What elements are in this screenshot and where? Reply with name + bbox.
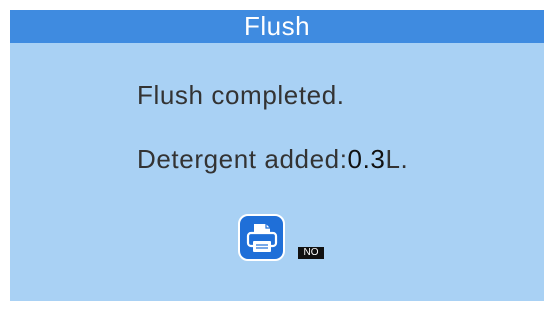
printer-icon bbox=[246, 223, 277, 252]
detergent-value: 0.3 bbox=[347, 144, 386, 174]
detergent-label: Detergent added: bbox=[137, 144, 348, 174]
print-status-badge: NO bbox=[298, 247, 324, 259]
flush-screen: Flush Flush completed. Detergent added:0… bbox=[10, 10, 544, 301]
flush-status-message: Flush completed. bbox=[137, 80, 345, 110]
screen-title: Flush bbox=[10, 10, 544, 43]
detergent-added-message: Detergent added:0.3L. bbox=[137, 144, 408, 175]
print-button[interactable] bbox=[238, 214, 285, 261]
detergent-unit: L. bbox=[385, 144, 409, 174]
